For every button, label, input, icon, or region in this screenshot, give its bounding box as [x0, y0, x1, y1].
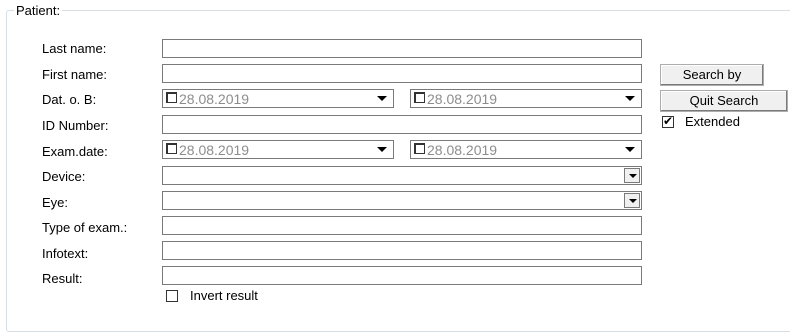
exam-from-enable-checkbox[interactable]	[166, 143, 177, 154]
last-name-label: Last name:	[42, 41, 107, 56]
exam-from-value: 28.08.2019	[179, 142, 250, 158]
result-label: Result:	[42, 271, 83, 286]
dob-from-value: 28.08.2019	[179, 91, 250, 107]
id-number-label: ID Number:	[42, 118, 109, 133]
id-number-input[interactable]	[163, 116, 641, 133]
first-name-field[interactable]	[162, 64, 642, 83]
last-name-field[interactable]	[162, 39, 642, 58]
exam-to-enable-checkbox[interactable]	[414, 143, 425, 154]
first-name-input[interactable]	[163, 65, 641, 82]
exam-date-from[interactable]: 28.08.2019	[162, 140, 394, 159]
chevron-down-icon[interactable]	[377, 96, 387, 101]
exam-to-value: 28.08.2019	[427, 142, 498, 158]
dob-label: Dat. o. B:	[42, 92, 97, 107]
dob-to-date[interactable]: 28.08.2019	[410, 89, 642, 108]
type-of-exam-label: Type of exam.:	[42, 220, 128, 235]
chevron-down-icon[interactable]	[377, 147, 387, 152]
extended-checkbox[interactable]	[662, 114, 674, 128]
chevron-down-icon[interactable]	[625, 96, 635, 101]
type-of-exam-input[interactable]	[163, 217, 641, 234]
infotext-input[interactable]	[163, 242, 641, 259]
chevron-down-icon[interactable]	[625, 147, 635, 152]
dob-from-date[interactable]: 28.08.2019	[162, 89, 394, 108]
dob-to-value: 28.08.2019	[427, 91, 498, 107]
search-by-button[interactable]: Search by	[660, 64, 764, 86]
extended-label: Extended	[685, 114, 740, 129]
dob-from-enable-checkbox[interactable]	[166, 92, 177, 103]
patient-group-title: Patient:	[14, 3, 63, 18]
device-label: Device:	[42, 169, 86, 184]
dob-to-enable-checkbox[interactable]	[414, 92, 425, 103]
eye-select[interactable]	[162, 191, 642, 210]
id-number-field[interactable]	[162, 115, 642, 134]
exam-date-to[interactable]: 28.08.2019	[410, 140, 642, 159]
quit-search-button[interactable]: Quit Search	[660, 90, 788, 112]
chevron-down-icon[interactable]	[624, 193, 640, 208]
exam-date-label: Exam.date:	[42, 144, 108, 159]
result-field[interactable]	[162, 266, 642, 285]
infotext-field[interactable]	[162, 241, 642, 260]
infotext-label: Infotext:	[42, 246, 89, 261]
result-input[interactable]	[163, 267, 641, 284]
eye-label: Eye:	[42, 195, 69, 210]
device-select[interactable]	[162, 166, 642, 185]
invert-result-label: Invert result	[190, 288, 258, 303]
type-of-exam-field[interactable]	[162, 216, 642, 235]
chevron-down-icon[interactable]	[624, 168, 640, 183]
invert-result-checkbox[interactable]	[166, 290, 178, 302]
first-name-label: First name:	[42, 67, 108, 82]
last-name-input[interactable]	[163, 40, 641, 57]
